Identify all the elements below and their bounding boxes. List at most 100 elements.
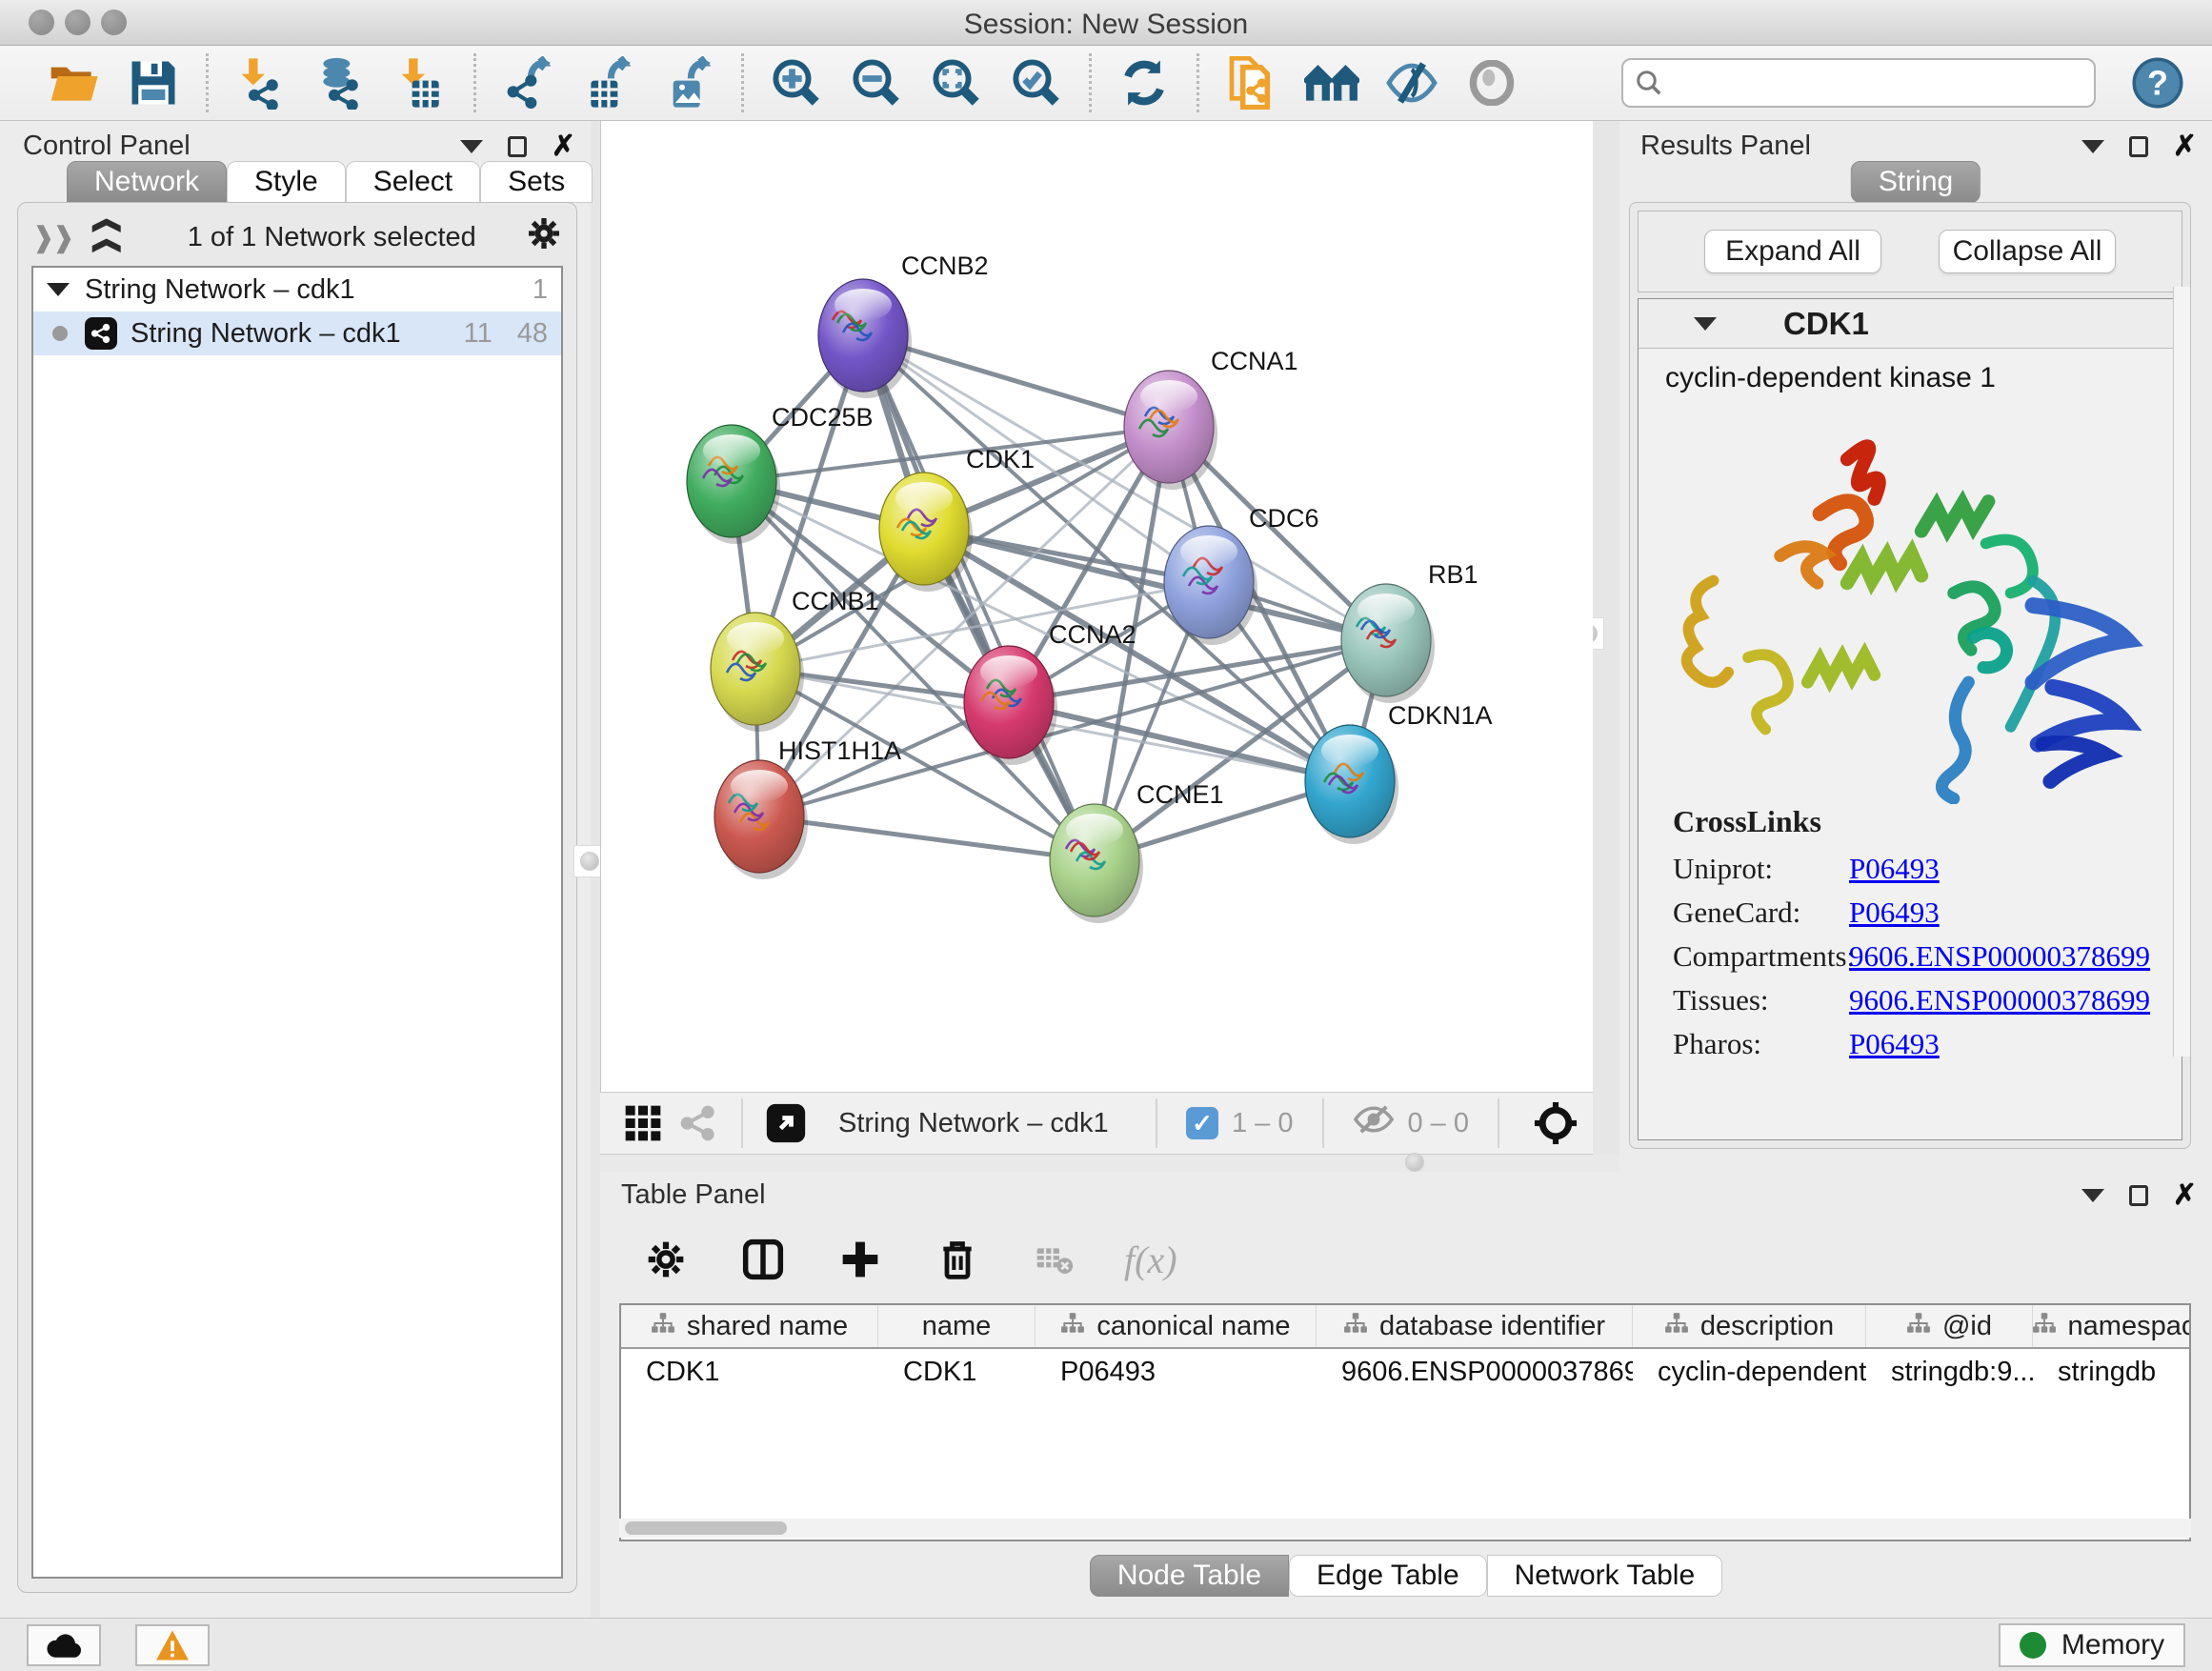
cell-description[interactable]: cyclin-dependent ... xyxy=(1633,1349,1866,1395)
float-panel-icon[interactable] xyxy=(2129,136,2148,157)
zoom-in-icon[interactable] xyxy=(769,55,824,111)
cell-database-identifier[interactable]: 9606.ENSP00000378699 xyxy=(1317,1349,1633,1395)
column-header-shared-name[interactable]: shared name xyxy=(621,1305,878,1347)
network-canvas[interactable]: CCNB2CCNA1CDC25BCDK1CDC6RB1CCNB1CCNA2CDK… xyxy=(600,121,1593,1092)
current-network-dot-icon xyxy=(52,326,68,341)
edge-HIST1H1A-CCNE1[interactable] xyxy=(759,816,1095,860)
node-column-icon xyxy=(651,1311,675,1342)
node-CCNA2[interactable]: CCNA2 xyxy=(964,620,1136,765)
close-panel-icon[interactable]: ✗ xyxy=(552,132,575,161)
crosslink-link[interactable]: 9606.ENSP00000378699 xyxy=(1849,939,2150,974)
gene-section-header[interactable]: CDK1 xyxy=(1639,299,2182,349)
node-CCNE1[interactable]: CCNE1 xyxy=(1050,780,1224,923)
cell-name[interactable]: CDK1 xyxy=(878,1349,1036,1395)
edge-CCNA2-CDKN1A[interactable] xyxy=(1009,702,1350,781)
memory-button[interactable]: Memory xyxy=(1999,1623,2185,1667)
crosslink-row: GeneCard:P06493 xyxy=(1673,891,2182,935)
selected-nodes-checkbox-icon[interactable]: ✓ xyxy=(1186,1107,1218,1139)
eye-gray-icon[interactable] xyxy=(1464,55,1519,111)
panel-menu-icon[interactable] xyxy=(2081,140,2104,153)
import-table-icon[interactable] xyxy=(393,55,449,111)
edge-CCNB2-CCNE1[interactable] xyxy=(863,335,1095,860)
import-network-icon[interactable] xyxy=(233,55,289,111)
table-options-gear-icon[interactable] xyxy=(638,1232,694,1287)
open-file-icon[interactable] xyxy=(46,55,101,111)
export-table-icon[interactable] xyxy=(581,55,636,111)
crosslink-link[interactable]: P06493 xyxy=(1849,1027,1940,1061)
clone-network-icon[interactable] xyxy=(1224,55,1279,111)
collection-expand-icon[interactable] xyxy=(47,283,70,296)
column-header-database-identifier[interactable]: database identifier xyxy=(1317,1305,1633,1347)
crosslink-link[interactable]: 9606.ENSP00000378699 xyxy=(1849,983,2150,1017)
cell-shared-name[interactable]: CDK1 xyxy=(621,1349,878,1395)
node-CCNB1[interactable]: CCNB1 xyxy=(711,587,879,732)
results-scrollbar[interactable] xyxy=(2173,287,2190,1057)
node-RB1[interactable]: RB1 xyxy=(1341,560,1478,703)
show-columns-icon[interactable] xyxy=(735,1232,791,1287)
share-view-icon[interactable] xyxy=(671,1096,726,1151)
network-options-gear-icon[interactable] xyxy=(525,214,563,260)
expand-all-networks-icon[interactable]: ❱❱ xyxy=(89,217,122,257)
network-view-title: String Network – cdk1 xyxy=(838,1108,1109,1139)
panel-menu-icon[interactable] xyxy=(2081,1189,2104,1202)
cell-canonical-name[interactable]: P06493 xyxy=(1036,1349,1317,1395)
fit-crosshair-icon[interactable] xyxy=(1528,1096,1583,1151)
cell-namespace[interactable]: stringdb xyxy=(2033,1349,2191,1395)
hidden-eye-slash-icon xyxy=(1353,1103,1395,1143)
node-HIST1H1A[interactable]: HIST1H1A xyxy=(714,736,901,879)
column-header-name[interactable]: name xyxy=(878,1305,1036,1347)
network-row[interactable]: String Network – cdk1 11 48 xyxy=(33,312,561,355)
search-input[interactable] xyxy=(1621,58,2096,108)
zoom-selected-icon[interactable] xyxy=(1009,55,1064,111)
float-panel-icon[interactable] xyxy=(508,136,527,157)
help-button[interactable]: ? xyxy=(2130,55,2185,111)
zoom-out-icon[interactable] xyxy=(849,55,904,111)
column-header-canonical-name[interactable]: canonical name xyxy=(1036,1305,1317,1347)
tab-network-table[interactable]: Network Table xyxy=(1487,1555,1723,1597)
cell-@id[interactable]: stringdb:9... xyxy=(1866,1349,2033,1395)
tab-string[interactable]: String xyxy=(1851,161,1981,203)
tab-node-table[interactable]: Node Table xyxy=(1090,1555,1289,1597)
zoom-fit-icon[interactable] xyxy=(929,55,984,111)
results-panel: Results Panel ✗ String Expand All Collap… xyxy=(1619,121,2212,1172)
node-CDKN1A[interactable]: CDKN1A xyxy=(1305,701,1493,844)
network-label: String Network – cdk1 xyxy=(131,318,401,350)
tab-edge-table[interactable]: Edge Table xyxy=(1289,1555,1487,1597)
close-panel-icon[interactable]: ✗ xyxy=(2173,132,2197,161)
houses-icon[interactable] xyxy=(1304,55,1359,111)
tab-sets[interactable]: Sets xyxy=(480,161,593,203)
delete-column-trash-icon[interactable] xyxy=(930,1232,985,1287)
table-horizontal-scrollbar[interactable] xyxy=(619,1519,2191,1538)
grid-view-icon[interactable] xyxy=(615,1096,671,1151)
collapse-all-networks-icon[interactable]: ❱❱ xyxy=(31,221,71,254)
collapse-all-button[interactable]: Collapse All xyxy=(1939,230,2116,273)
column-header-@id[interactable]: @id xyxy=(1866,1305,2033,1347)
eye-slash-blue-icon[interactable] xyxy=(1384,55,1439,111)
column-header-description[interactable]: description xyxy=(1633,1305,1866,1347)
cloud-button[interactable] xyxy=(27,1624,101,1666)
network-collection-row[interactable]: String Network – cdk1 1 xyxy=(33,268,561,312)
column-header-namespace[interactable]: namespace xyxy=(2033,1305,2191,1347)
section-expand-icon[interactable] xyxy=(1694,317,1717,331)
warning-button[interactable] xyxy=(135,1624,210,1666)
refresh-icon[interactable] xyxy=(1116,55,1172,111)
save-session-icon[interactable] xyxy=(126,55,181,111)
table-row[interactable]: CDK1CDK1P064939606.ENSP00000378699cyclin… xyxy=(621,1349,2189,1395)
panel-menu-icon[interactable] xyxy=(460,140,483,153)
expand-all-button[interactable]: Expand All xyxy=(1704,230,1881,273)
export-image-icon[interactable] xyxy=(661,55,716,111)
crosslink-link[interactable]: P06493 xyxy=(1849,896,1940,930)
import-database-icon[interactable] xyxy=(313,55,369,111)
birdseye-view-icon[interactable] xyxy=(758,1096,814,1151)
node-CCNB2[interactable]: CCNB2 xyxy=(818,252,989,398)
tab-network[interactable]: Network xyxy=(67,161,227,203)
add-column-icon[interactable] xyxy=(833,1232,888,1287)
node-label-HIST1H1A: HIST1H1A xyxy=(778,736,901,765)
search-field[interactable] xyxy=(1663,67,2082,99)
crosslink-link[interactable]: P06493 xyxy=(1849,852,1940,886)
export-network-icon[interactable] xyxy=(501,55,556,111)
tab-select[interactable]: Select xyxy=(346,161,480,203)
float-panel-icon[interactable] xyxy=(2129,1185,2148,1206)
close-panel-icon[interactable]: ✗ xyxy=(2173,1181,2197,1210)
tab-style[interactable]: Style xyxy=(227,161,346,203)
